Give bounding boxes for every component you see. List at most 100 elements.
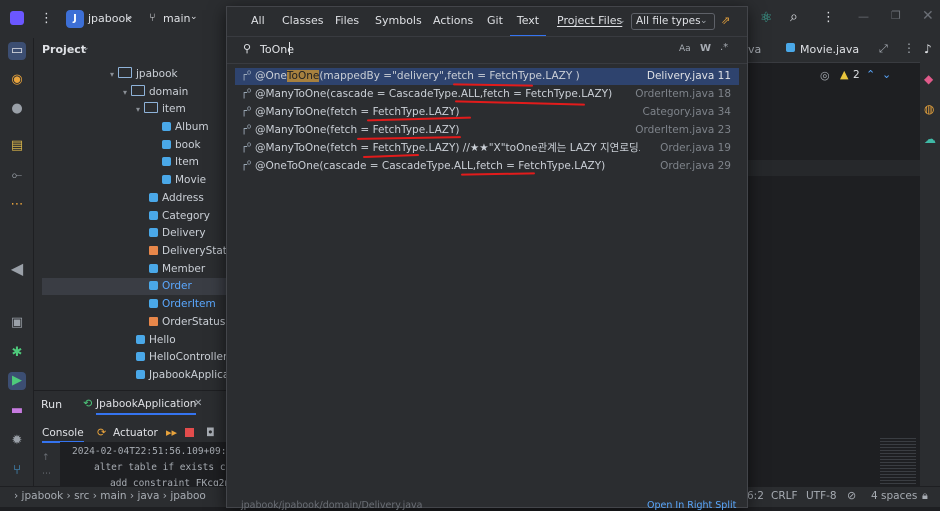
search-result-row[interactable]: ┌⁰ @ManyToOne(fetch = FetchType.LAZY) Ca… xyxy=(235,104,739,121)
database-icon[interactable]: ◍ xyxy=(924,102,934,116)
search-everywhere-icon[interactable]: ⌕ xyxy=(790,9,798,25)
collapse-panel-icon[interactable]: ◀ xyxy=(8,260,26,278)
tree-item-domain[interactable]: ▾ domain xyxy=(123,84,188,101)
more-icon[interactable]: ⋯ xyxy=(42,469,51,479)
breadcrumb-separator: › xyxy=(129,490,135,502)
editor-tab-movie[interactable]: Movie.java xyxy=(800,43,859,56)
project-panel: Project ⌄ ▾ jpabook ▾ domain ▾ item Album b… xyxy=(34,38,239,390)
rerun-icon[interactable]: ▸▸ xyxy=(166,426,177,439)
file-encoding[interactable]: UTF-8 xyxy=(806,490,837,502)
tree-item-orderitem[interactable]: OrderItem xyxy=(149,296,216,313)
prev-highlight-icon[interactable]: ⌃ xyxy=(866,68,875,81)
search-result-row[interactable]: ┌⁰ @ManyToOne(fetch = FetchType.LAZY) Or… xyxy=(235,122,739,139)
tab-files[interactable]: Files xyxy=(335,7,359,35)
stop-icon[interactable] xyxy=(185,428,194,437)
tree-item-item-class[interactable]: Item xyxy=(162,154,199,171)
line-separator[interactable]: CRLF xyxy=(771,490,798,502)
tab-actions[interactable]: Actions xyxy=(433,7,473,35)
ide-logo-icon[interactable] xyxy=(10,11,24,25)
tree-item-order[interactable]: Order xyxy=(149,278,192,295)
result-location: Order.java 29 xyxy=(660,160,731,172)
search-result-row[interactable]: ┌⁰ @ManyToOne(fetch = FetchType.LAZY) //… xyxy=(235,140,739,157)
reader-mode-icon[interactable]: ◎ xyxy=(820,69,830,82)
tree-item-category[interactable]: Category xyxy=(149,208,210,225)
expand-icon[interactable]: ⤢ xyxy=(879,42,888,56)
class-icon xyxy=(149,299,158,308)
structure-icon[interactable]: ▤ xyxy=(8,137,26,155)
tab-classes[interactable]: Classes xyxy=(282,7,323,35)
notifications-icon[interactable]: ♪ xyxy=(924,42,932,56)
terminal-icon[interactable]: ▬ xyxy=(8,402,26,420)
open-in-tool-window-icon[interactable]: ⇗ xyxy=(721,14,730,27)
scroll-up-icon[interactable]: ↑ xyxy=(42,453,50,463)
services-icon[interactable]: ▣ xyxy=(8,314,26,332)
debug-icon[interactable]: ✹ xyxy=(8,432,26,450)
tree-item-delivery[interactable]: Delivery xyxy=(149,225,206,242)
breadcrumb-item[interactable]: main xyxy=(100,490,126,502)
whole-words-toggle[interactable]: W xyxy=(700,43,711,54)
pull-requests-icon[interactable]: ⟜ xyxy=(8,167,26,185)
ai-assistant-icon[interactable]: ◆ xyxy=(924,72,933,86)
main-menu-icon[interactable]: ⋮ xyxy=(40,11,53,26)
react-icon[interactable]: ⚛ xyxy=(760,10,773,26)
run-config-tab[interactable]: JpabookApplication xyxy=(96,398,197,415)
result-location: Order.java 19 xyxy=(660,142,731,154)
tree-item-jpabook[interactable]: ▾ jpabook xyxy=(110,66,178,83)
tree-item-jpabookapplication[interactable]: JpabookApplicat xyxy=(136,367,233,384)
breadcrumb-item[interactable]: jpabook xyxy=(22,490,64,502)
editor-tab-fragment[interactable]: va xyxy=(748,43,761,56)
tab-symbols[interactable]: Symbols xyxy=(375,7,422,35)
next-highlight-icon[interactable]: ⌄ xyxy=(882,68,891,81)
match-highlight: ToOne xyxy=(286,70,320,82)
match-case-toggle[interactable]: Aa xyxy=(679,44,691,54)
annotation-icon: ┌⁰ xyxy=(241,88,252,99)
breadcrumb[interactable]: › jpabook › src › main › java › jpaboo xyxy=(14,490,206,502)
package-icon xyxy=(144,102,158,113)
more-actions-icon[interactable]: ⋮ xyxy=(822,10,835,25)
restore-icon[interactable]: ❐ xyxy=(891,9,901,22)
tab-git[interactable]: Git xyxy=(487,7,503,35)
chevron-down-icon: ⌄ xyxy=(190,12,198,22)
panel-title[interactable]: Project xyxy=(42,43,86,56)
tree-item-hello[interactable]: Hello xyxy=(136,332,176,349)
tree-item-album[interactable]: Album xyxy=(162,119,209,136)
tree-item-item[interactable]: ▾ item xyxy=(136,101,186,118)
search-result-row[interactable]: ┌⁰ @OneToOne(mappedBy ="delivery",fetch … xyxy=(235,68,739,85)
close-window-icon[interactable]: ✕ xyxy=(922,8,934,24)
gear-icon[interactable]: ✱ xyxy=(8,344,26,362)
more-tools-icon[interactable]: ⋯ xyxy=(8,196,26,214)
breadcrumb-separator: › xyxy=(14,490,19,502)
lock-icon[interactable]: 🔒︎ xyxy=(922,489,928,503)
breadcrumb-item[interactable]: jpaboo xyxy=(170,490,206,502)
github-icon[interactable]: ● xyxy=(8,100,26,118)
camera-icon[interactable]: ◘ xyxy=(206,426,215,439)
branch-switcher[interactable]: main xyxy=(163,12,190,25)
no-inspections-icon[interactable]: ⊘ xyxy=(847,489,856,502)
git-icon[interactable]: ⑂ xyxy=(8,462,26,480)
close-tab-icon[interactable]: ✕ xyxy=(194,398,202,409)
console-tab[interactable]: Console xyxy=(42,427,84,443)
cursor-position[interactable]: 6:2 xyxy=(747,490,764,502)
scope-selector[interactable]: Project Files xyxy=(557,7,622,35)
tree-item-book[interactable]: book xyxy=(162,137,201,154)
tree-item-member[interactable]: Member xyxy=(149,261,205,278)
project-view-icon[interactable]: ▭ xyxy=(8,42,26,60)
actuator-tab[interactable]: Actuator xyxy=(113,427,158,439)
copilot-icon[interactable]: ☁ xyxy=(924,132,936,146)
breadcrumb-item[interactable]: src xyxy=(74,490,89,502)
minimize-icon[interactable]: — xyxy=(858,10,869,23)
tree-item-movie[interactable]: Movie xyxy=(162,172,206,189)
tree-item-orderstatus[interactable]: OrderStatus xyxy=(149,314,225,331)
run-icon[interactable]: ▶ xyxy=(8,372,26,390)
tree-item-address[interactable]: Address xyxy=(149,190,204,207)
regex-toggle[interactable]: .* xyxy=(720,42,728,53)
tree-item-hellocontroller[interactable]: HelloController xyxy=(136,349,227,366)
more-actions-icon[interactable]: ⋮ xyxy=(903,41,915,55)
tab-text[interactable]: Text xyxy=(510,7,546,37)
tab-all[interactable]: All xyxy=(251,7,265,35)
actuator-icon: ⟳ xyxy=(97,426,107,439)
breadcrumb-item[interactable]: java xyxy=(137,490,159,502)
warning-icon[interactable]: ▲ xyxy=(840,68,848,81)
commit-icon[interactable]: ◉ xyxy=(8,71,26,89)
indent-setting[interactable]: 4 spaces xyxy=(871,490,917,502)
